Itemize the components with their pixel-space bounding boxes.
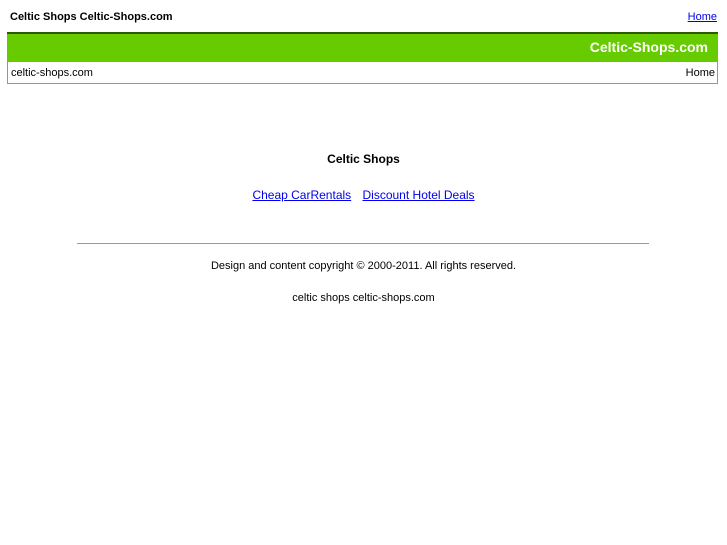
footer-keywords: celtic shops celtic-shops.com — [292, 292, 435, 304]
sub-nav-domain: celtic-shops.com — [11, 67, 93, 79]
footer-divider — [77, 243, 649, 244]
main-title: Celtic Shops — [327, 152, 400, 166]
top-bar: Celtic Shops Celtic-Shops.com Home — [10, 11, 717, 27]
links-row: Cheap CarRentals Discount Hotel Deals — [0, 188, 727, 202]
sub-nav-home-link[interactable]: Home — [686, 67, 715, 79]
brand-title: Celtic-Shops.com — [589, 39, 708, 55]
sub-nav: celtic-shops.com Home — [8, 62, 717, 83]
header-box: Celtic-Shops.com celtic-shops.com Home — [7, 32, 718, 84]
cheap-car-rentals-link[interactable]: Cheap CarRentals — [252, 188, 351, 202]
copyright-text: Design and content copyright © 2000-2011… — [210, 260, 517, 272]
discount-hotel-deals-link[interactable]: Discount Hotel Deals — [363, 188, 475, 202]
page: Celtic Shops Celtic-Shops.com Home Celti… — [0, 0, 727, 545]
site-heading: Celtic Shops Celtic-Shops.com — [10, 11, 173, 23]
top-home-link[interactable]: Home — [688, 11, 717, 23]
header-green-band: Celtic-Shops.com — [7, 32, 718, 62]
